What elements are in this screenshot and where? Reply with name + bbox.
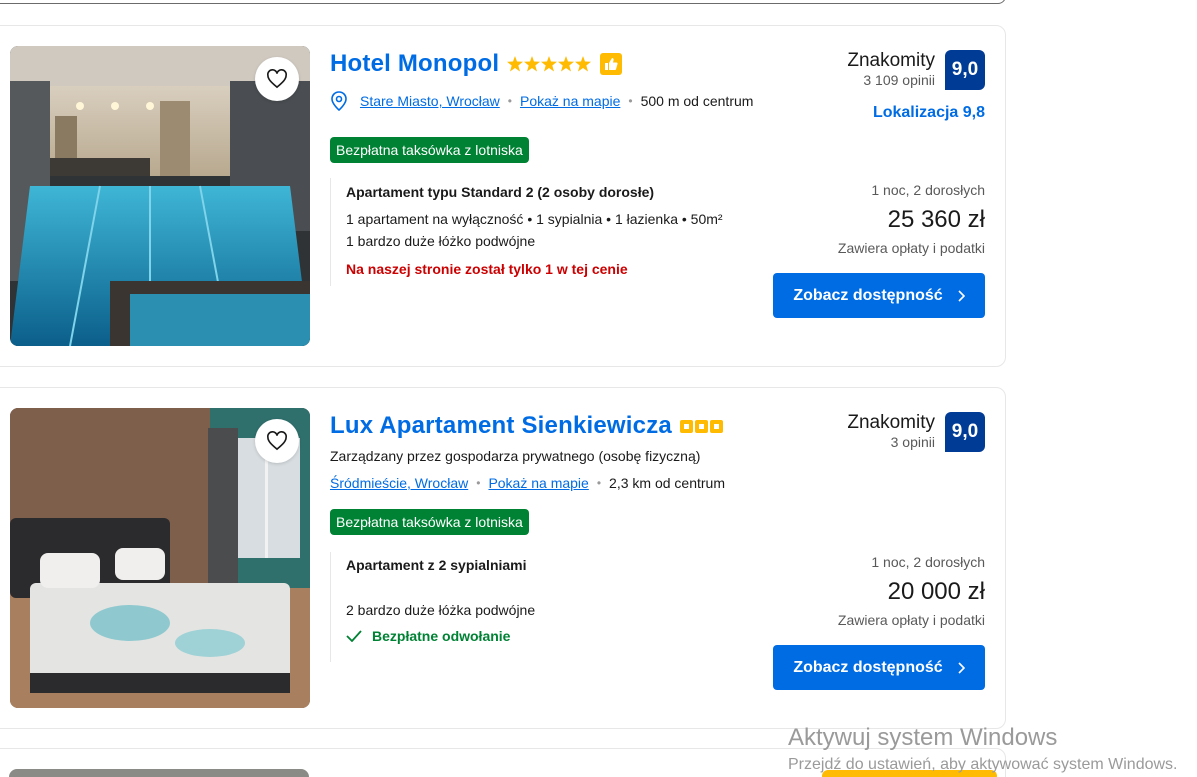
property-photo[interactable] bbox=[9, 769, 309, 777]
room-info: Apartament typu Standard 2 (2 osoby doro… bbox=[330, 178, 750, 286]
checkmark-icon bbox=[346, 630, 362, 642]
score-word: Znakomity bbox=[847, 50, 935, 71]
price-amount: 20 000 zł bbox=[887, 578, 985, 605]
separator-dot: • bbox=[507, 94, 512, 108]
rating-square-icon bbox=[679, 419, 693, 433]
free-cancellation: Bezpłatne odwołanie bbox=[346, 628, 750, 644]
five-stars-icon bbox=[507, 56, 592, 72]
heart-icon bbox=[267, 431, 287, 451]
review-score-text: Znakomity 3 opinii bbox=[847, 412, 935, 450]
price-amount: 25 360 zł bbox=[887, 206, 985, 233]
district-link[interactable]: Śródmieście, Wrocław bbox=[330, 475, 468, 491]
review-count: 3 109 opinii bbox=[863, 72, 935, 88]
distance-text: 2,3 km od centrum bbox=[609, 475, 725, 491]
stay-details: 1 noc, 2 dorosłych bbox=[871, 182, 985, 198]
managed-by-text: Zarządzany przez gospodarza prywatnego (… bbox=[330, 448, 701, 464]
location-row: Śródmieście, Wrocław • Pokaż na mapie • … bbox=[330, 475, 725, 491]
heart-icon bbox=[267, 69, 287, 89]
star-rating bbox=[507, 56, 592, 72]
separator-dot: • bbox=[596, 476, 602, 490]
see-availability-button[interactable]: Zobacz dostępność bbox=[773, 645, 985, 690]
location-row: Stare Miasto, Wrocław • Pokaż na mapie •… bbox=[330, 91, 753, 111]
separator-dot: • bbox=[476, 476, 481, 490]
show-on-map-link[interactable]: Pokaż na mapie bbox=[520, 93, 620, 109]
see-availability-label: Zobacz dostępność bbox=[793, 658, 943, 676]
location-score: Lokalizacja 9,8 bbox=[872, 104, 985, 121]
chevron-right-icon bbox=[958, 661, 965, 674]
see-availability-label: Zobacz dostępność bbox=[793, 286, 943, 304]
room-title: Apartament z 2 sypialniami bbox=[346, 557, 527, 573]
chevron-right-icon bbox=[958, 289, 965, 302]
favorite-heart-button[interactable] bbox=[255, 57, 299, 101]
score-badge: 9,0 bbox=[945, 412, 985, 452]
free-taxi-badge: Bezpłatna taksówka z lotniska bbox=[330, 137, 529, 163]
review-score-text: Znakomity 3 109 opinii bbox=[847, 50, 935, 88]
preferred-partner-badge bbox=[600, 53, 623, 75]
room-info: Apartament z 2 sypialniami 2 bardzo duże… bbox=[330, 552, 750, 662]
review-score-block[interactable]: Znakomity 3 opinii 9,0 bbox=[847, 412, 985, 452]
room-details: 1 apartament na wyłączność • 1 sypialnia… bbox=[346, 211, 723, 227]
show-on-map-link[interactable]: Pokaż na mapie bbox=[488, 475, 588, 491]
taxes-note: Zawiera opłaty i podatki bbox=[837, 240, 985, 256]
rating-square-icon bbox=[709, 419, 723, 433]
title-row: Hotel Monopol bbox=[330, 50, 623, 78]
title-row: Lux Apartament Sienkiewicza bbox=[330, 412, 723, 440]
property-title-link[interactable]: Lux Apartament Sienkiewicza bbox=[330, 412, 672, 440]
free-cancellation-label: Bezpłatne odwołanie bbox=[372, 628, 511, 644]
rating-square-icon bbox=[694, 419, 708, 433]
distance-text: 500 m od centrum bbox=[640, 93, 754, 109]
review-count: 3 opinii bbox=[890, 434, 935, 450]
map-pin-icon bbox=[331, 91, 347, 111]
thumbs-up-icon bbox=[605, 58, 618, 70]
bed-info: 1 bardzo duże łóżko podwójne bbox=[346, 233, 536, 249]
stay-details: 1 noc, 2 dorosłych bbox=[871, 554, 985, 570]
score-word: Znakomity bbox=[847, 412, 935, 433]
property-title-link[interactable]: Hotel Monopol bbox=[330, 50, 499, 78]
bed-info: 2 bardzo duże łóżka podwójne bbox=[346, 602, 536, 618]
property-card: Hotel Monopol Stare Miasto, Wrocław • Po… bbox=[0, 25, 1006, 367]
windows-activation-watermark: Aktywuj system Windows bbox=[788, 724, 1058, 751]
previous-card-edge bbox=[0, 0, 1006, 4]
score-badge: 9,0 bbox=[945, 50, 985, 90]
property-card: Lux Apartament Sienkiewicza Zarządzany p… bbox=[0, 387, 1006, 729]
scarcity-warning: Na naszej stronie został tylko 1 w tej c… bbox=[346, 261, 628, 277]
district-link[interactable]: Stare Miasto, Wrocław bbox=[360, 93, 500, 109]
see-availability-button[interactable]: Zobacz dostępność bbox=[773, 273, 985, 318]
taxes-note: Zawiera opłaty i podatki bbox=[837, 612, 985, 628]
windows-activation-subtext: Przejdź do ustawień, aby aktywować syste… bbox=[788, 756, 1178, 773]
free-taxi-badge: Bezpłatna taksówka z lotniska bbox=[330, 509, 529, 535]
square-rating bbox=[679, 419, 723, 433]
review-score-block[interactable]: Znakomity 3 109 opinii 9,0 bbox=[847, 50, 985, 90]
favorite-heart-button[interactable] bbox=[255, 419, 299, 463]
separator-dot: • bbox=[628, 94, 633, 108]
room-title: Apartament typu Standard 2 (2 osoby doro… bbox=[346, 184, 655, 200]
